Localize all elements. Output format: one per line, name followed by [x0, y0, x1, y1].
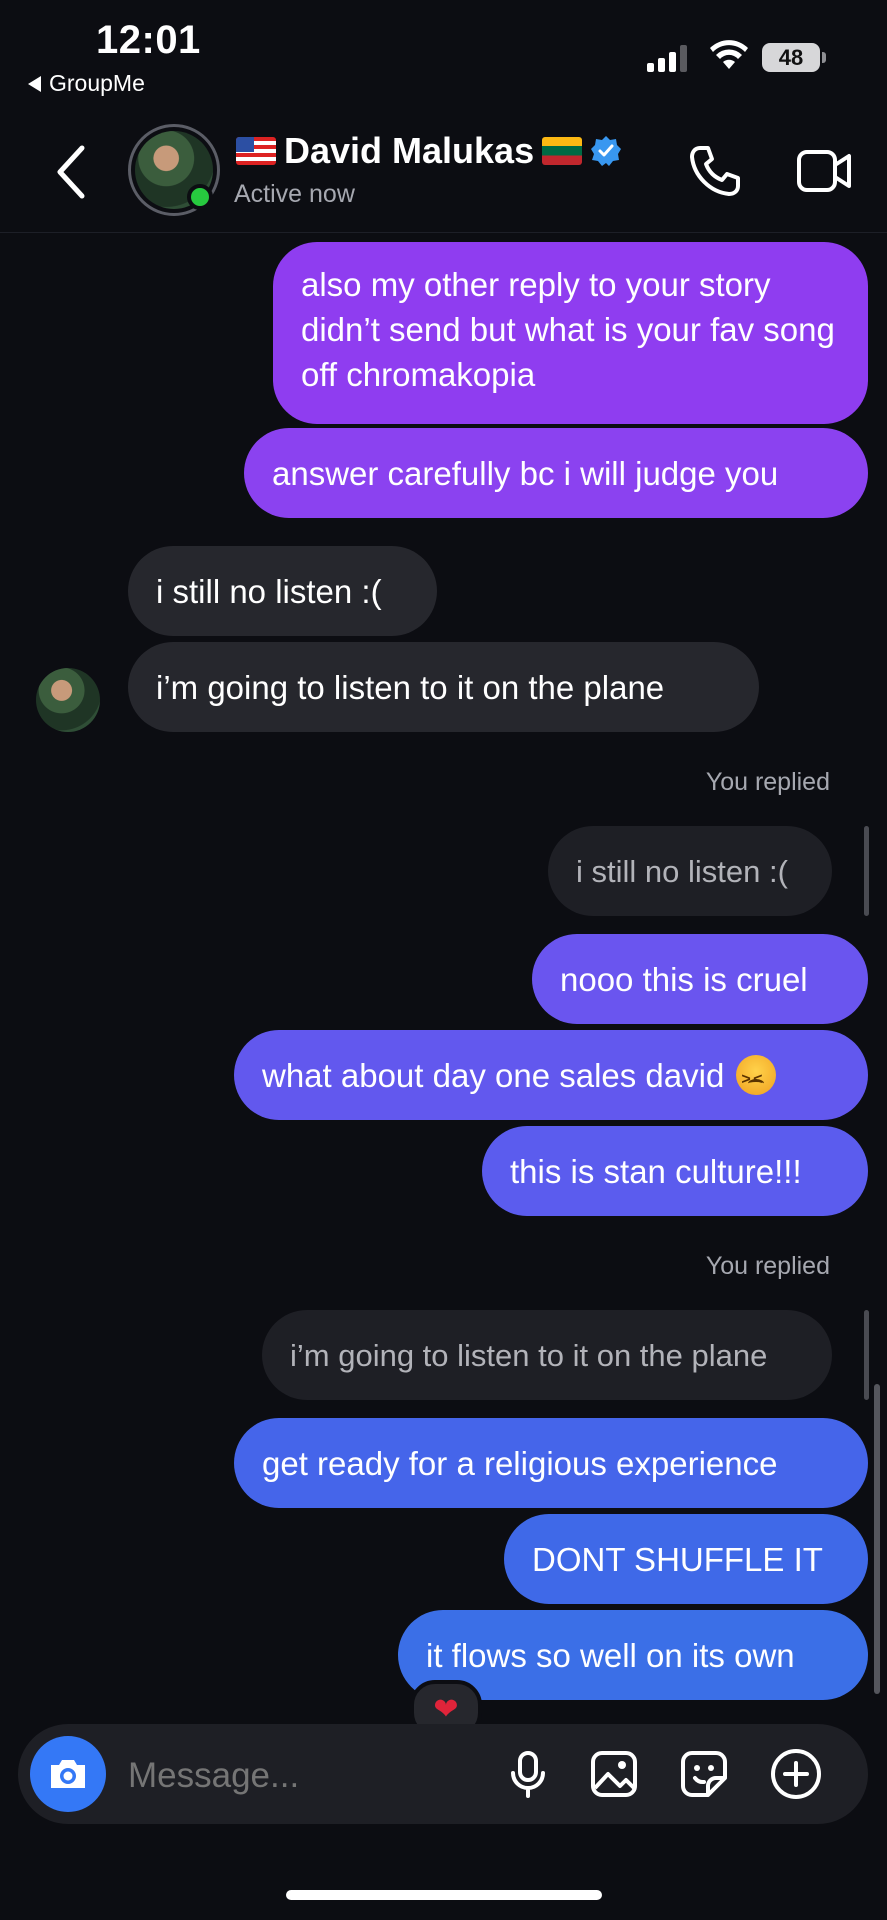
back-to-app-link[interactable]: GroupMe [28, 70, 145, 97]
you-replied-label: You replied [705, 768, 830, 796]
quoted-text: i still no listen :( [576, 853, 788, 889]
reply-indicator-bar [864, 1310, 869, 1400]
message-bubble-sent[interactable]: answer carefully bc i will judge you [244, 428, 868, 518]
camera-icon [51, 1760, 85, 1788]
contact-name: David Malukas [284, 130, 535, 171]
video-camera-icon[interactable] [796, 148, 852, 194]
battery-icon: 48 [762, 43, 820, 72]
sticker-icon[interactable] [680, 1750, 728, 1798]
reply-indicator-bar [864, 826, 869, 916]
contact-name-row[interactable]: David Malukas [236, 130, 622, 172]
battery-level: 48 [778, 44, 804, 70]
phone-icon[interactable] [688, 144, 742, 198]
quoted-text: i’m going to listen to it on the plane [290, 1337, 768, 1373]
message-text: DONT SHUFFLE IT [532, 1540, 823, 1578]
camera-button[interactable] [30, 1736, 106, 1812]
quoted-reply[interactable]: i’m going to listen to it on the plane [262, 1310, 832, 1400]
cellular-signal-icon [647, 44, 687, 72]
online-indicator [187, 184, 213, 210]
back-chevron-icon[interactable] [52, 142, 92, 202]
message-bubble-sent[interactable]: get ready for a religious experience [234, 1418, 868, 1508]
photo-icon[interactable] [590, 1750, 638, 1798]
sender-avatar[interactable] [36, 668, 100, 732]
header-divider [0, 232, 887, 233]
battery-nub [822, 52, 826, 63]
message-text: answer carefully bc i will judge you [272, 454, 779, 492]
message-bubble-sent[interactable]: this is stan culture!!! [482, 1126, 868, 1216]
us-flag-icon [236, 137, 276, 165]
message-text: what about day one sales david [262, 1056, 725, 1094]
plus-circle-icon[interactable] [770, 1748, 822, 1800]
status-time: 12:01 [96, 18, 201, 62]
persevering-face-emoji [736, 1055, 777, 1102]
you-replied-label: You replied [705, 1252, 830, 1280]
microphone-icon[interactable] [504, 1750, 552, 1798]
message-text: it flows so well on its own [426, 1636, 795, 1674]
lithuania-flag-icon [542, 137, 583, 165]
message-text: get ready for a religious experience [262, 1444, 778, 1482]
message-text: i’m going to listen to it on the plane [156, 668, 665, 706]
message-input[interactable] [128, 1752, 488, 1800]
message-bubble-received[interactable]: i still no listen :( [128, 546, 437, 636]
scrollbar[interactable] [874, 1384, 880, 1694]
heart-icon: ❤ [433, 1692, 459, 1726]
message-text: this is stan culture!!! [510, 1152, 802, 1190]
message-bubble-received[interactable]: i’m going to listen to it on the plane [128, 642, 759, 732]
message-bubble-sent[interactable]: DONT SHUFFLE IT [504, 1514, 868, 1604]
wifi-icon [710, 40, 748, 69]
quoted-reply[interactable]: i still no listen :( [548, 826, 832, 916]
message-bubble-sent[interactable]: also my other reply to your story didn’t… [273, 242, 868, 424]
message-bubble-sent[interactable]: nooo this is cruel [532, 934, 868, 1024]
message-text: i still no listen :( [156, 572, 382, 610]
message-bubble-sent[interactable]: what about day one sales david [234, 1030, 868, 1120]
back-triangle-icon [28, 75, 41, 92]
verified-icon [591, 136, 622, 166]
message-text: also my other reply to your story didn’t… [301, 266, 835, 393]
active-status: Active now [234, 180, 355, 208]
back-app-label: GroupMe [49, 70, 145, 96]
message-text: nooo this is cruel [560, 960, 808, 998]
home-indicator[interactable] [286, 1890, 602, 1900]
